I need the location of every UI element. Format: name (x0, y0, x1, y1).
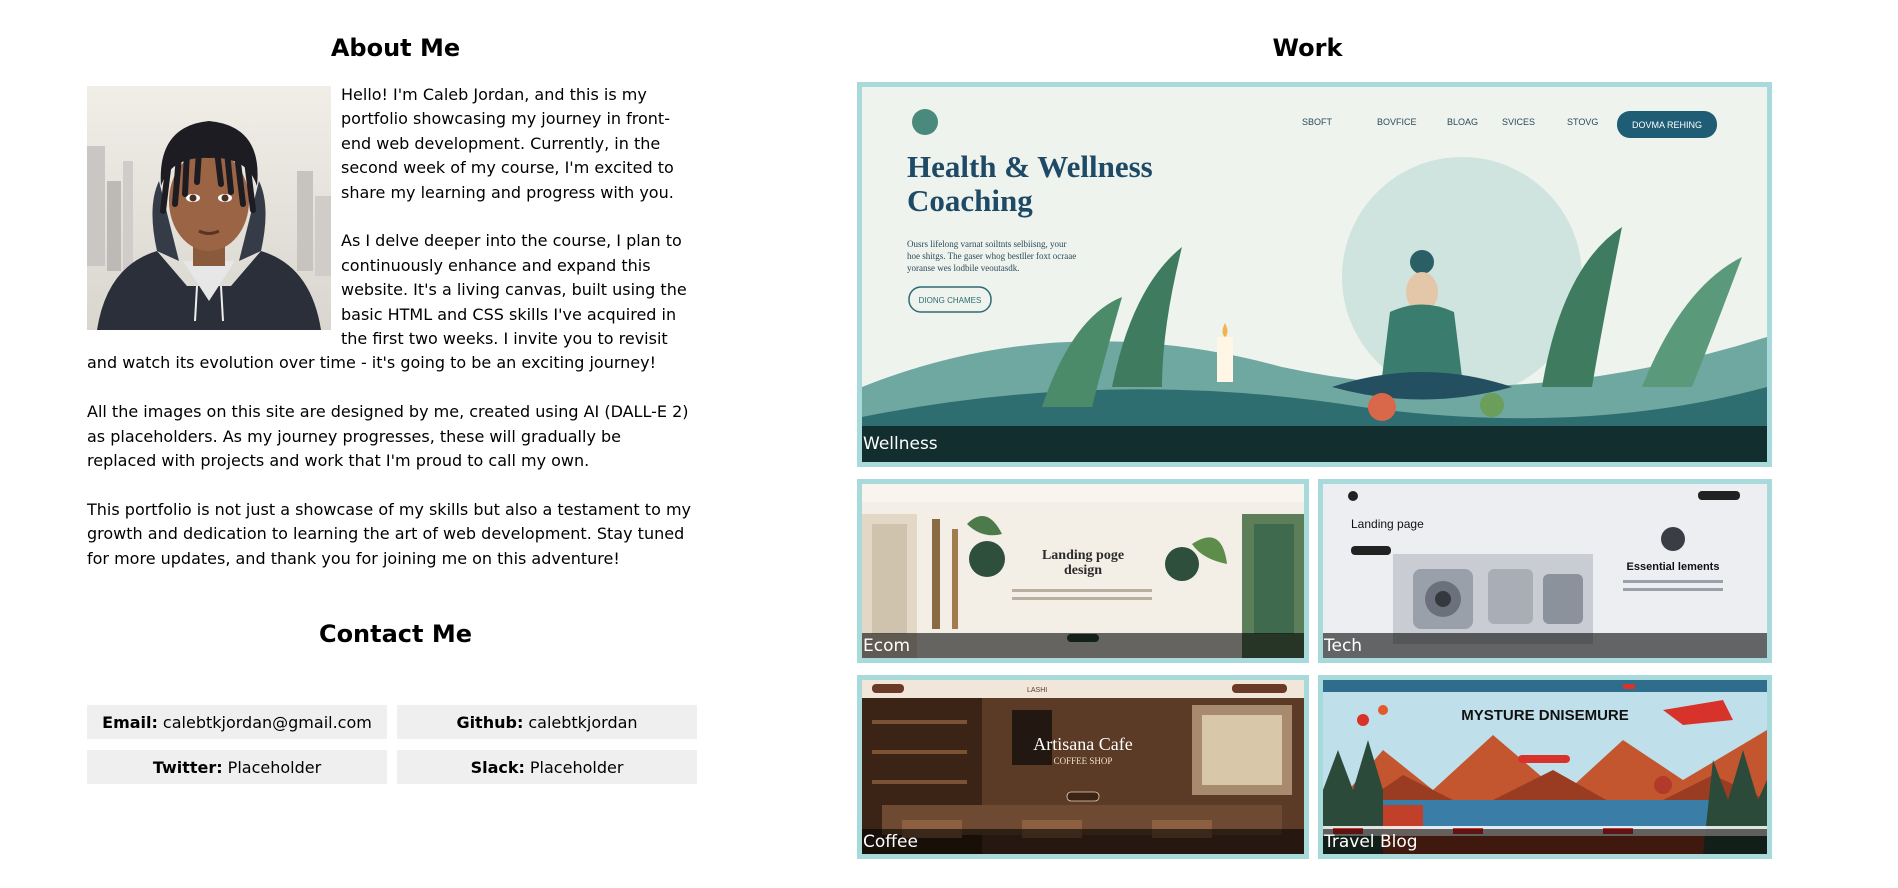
contact-email[interactable]: Email: calebtkjordan@gmail.com (87, 705, 387, 739)
avatar (87, 86, 331, 330)
coffee-image-heading: Artisana Cafe (1033, 734, 1132, 754)
tile-caption: Wellness (862, 426, 1767, 462)
about-section: Hello! I'm Caleb Jordan, and this is my … (87, 83, 695, 595)
wellness-image-button: DOVMA REHING (1632, 120, 1702, 130)
contact-twitter[interactable]: Twitter: Placeholder (87, 750, 387, 784)
contact-grid: Email: calebtkjordan@gmail.com Github: c… (87, 705, 697, 784)
contact-email-label: Email: (102, 712, 158, 732)
tile-caption: Travel Blog (1323, 829, 1767, 854)
ecom-preview-image: Landing poge design (862, 484, 1304, 658)
wellness-nav-4: SVICES (1502, 117, 1535, 127)
contact-github-value[interactable]: calebtkjordan (528, 713, 637, 732)
contact-github[interactable]: Github: calebtkjordan (397, 705, 697, 739)
wellness-nav-3: BLOAG (1447, 117, 1478, 127)
contact-title: Contact Me (318, 620, 473, 648)
about-paragraph-3: All the images on this site are designed… (87, 402, 689, 471)
tile-caption: Ecom (862, 633, 1304, 658)
work-tile-tech[interactable]: Landing page Essential lements Tech (1318, 479, 1772, 663)
work-tile-travel-blog[interactable]: MYSTURE DNISEMURE Travel Blog (1318, 675, 1772, 859)
coffee-image-subheading: COFFEE SHOP (1054, 756, 1113, 766)
contact-twitter-value[interactable]: Placeholder (228, 758, 322, 777)
tech-image-subheading: Essential lements (1627, 561, 1720, 573)
work-title: Work (1272, 34, 1343, 62)
wellness-nav-1: SBOFT (1302, 117, 1333, 127)
coffee-preview-image: LASHI Artisana Cafe COFFEE SHOP (862, 680, 1304, 854)
travel-image-heading: MYSTURE DNISEMURE (1461, 707, 1629, 724)
tile-caption: Tech (1323, 633, 1767, 658)
wellness-nav-5: STOVG (1567, 117, 1598, 127)
wellness-preview-image: SBOFT BOVFICE BLOAG SVICES STOVG DOVMA R… (862, 87, 1767, 462)
work-tile-ecom[interactable]: Landing poge design Ecom (857, 479, 1309, 663)
work-tile-wellness[interactable]: SBOFT BOVFICE BLOAG SVICES STOVG DOVMA R… (857, 82, 1772, 467)
work-tile-coffee[interactable]: LASHI Artisana Cafe COFFEE SHOP Coffee (857, 675, 1309, 859)
contact-slack-value[interactable]: Placeholder (530, 758, 624, 777)
tech-image-heading: Landing page (1351, 517, 1424, 531)
about-title: About Me (330, 34, 461, 62)
wellness-image-cta: DIONG CHAMES (919, 296, 982, 305)
contact-twitter-label: Twitter: (152, 757, 223, 777)
tech-preview-image: Landing page Essential lements (1323, 484, 1767, 658)
avatar-illustration (87, 86, 331, 330)
contact-slack-label: Slack: (470, 757, 525, 777)
contact-email-value[interactable]: calebtkjordan@gmail.com (163, 713, 372, 732)
contact-slack[interactable]: Slack: Placeholder (397, 750, 697, 784)
wellness-nav-2: BOVFICE (1377, 117, 1417, 127)
coffee-image-logo: LASHI (1027, 687, 1047, 694)
travel-preview-image: MYSTURE DNISEMURE (1323, 680, 1767, 854)
about-paragraph-4: This portfolio is not just a showcase of… (87, 499, 691, 568)
tile-caption: Coffee (862, 829, 1304, 854)
contact-github-label: Github: (456, 712, 524, 732)
